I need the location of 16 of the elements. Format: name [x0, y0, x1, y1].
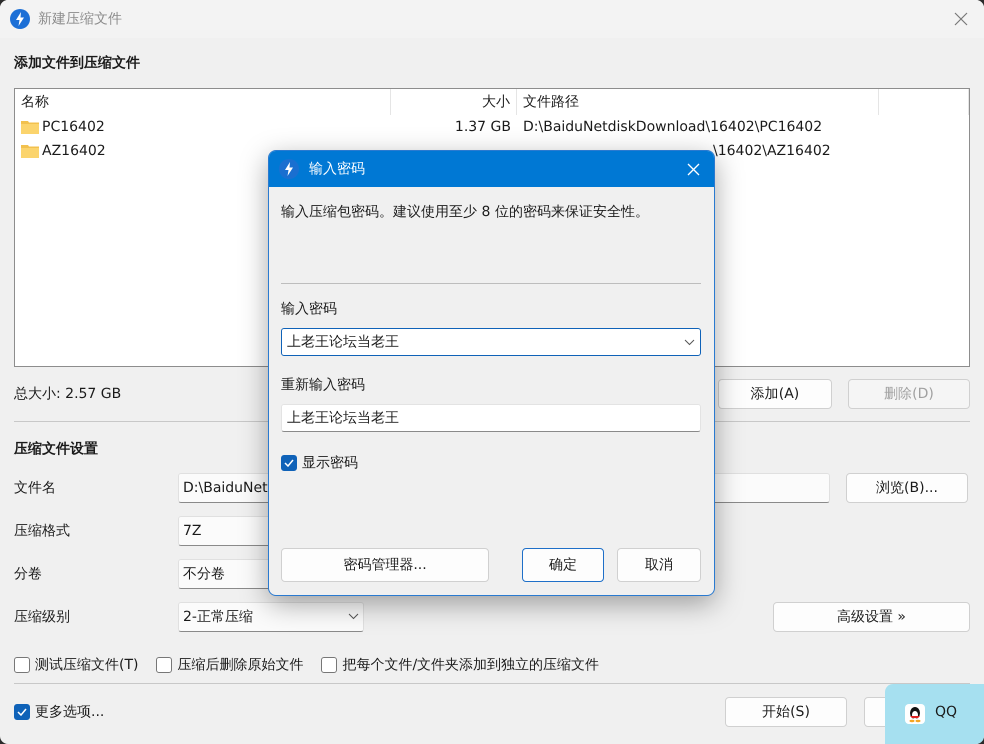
- field-label: 重新输入密码: [281, 376, 366, 394]
- file-size: 1.37 GB: [454, 119, 512, 135]
- hint-text: 输入压缩包密码。建议使用至少 8 位的密码来保证安全性。: [281, 203, 650, 222]
- notification-label: QQ: [935, 704, 958, 720]
- field-label: 压缩格式: [14, 522, 71, 540]
- file-path: D:\BaiduNetdiskDownload\16402\PC16402: [522, 119, 824, 135]
- dialog-title: 输入密码: [309, 160, 366, 178]
- field-label: 压缩级别: [14, 608, 71, 626]
- field-label: 分卷: [14, 564, 43, 582]
- section-heading: 添加文件到压缩文件: [14, 54, 140, 72]
- file-path: \16402\AZ16402: [712, 143, 832, 159]
- field-label: 输入密码: [281, 300, 338, 318]
- total-size: 总大小: 2.57 GB: [14, 385, 122, 403]
- window-title: 新建压缩文件: [38, 10, 123, 28]
- field-label: 文件名: [14, 478, 57, 496]
- section-heading: 压缩文件设置: [14, 440, 98, 458]
